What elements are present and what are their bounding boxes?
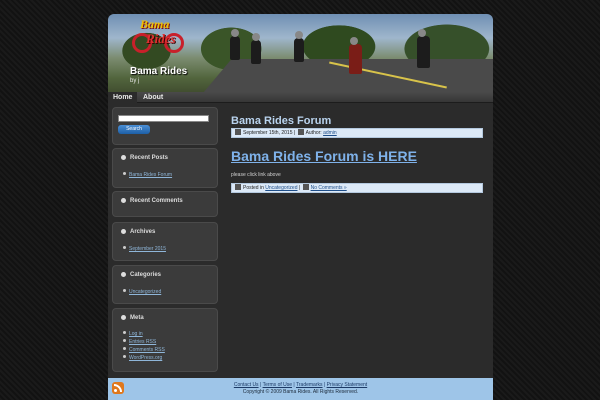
widget-categories: Categories Uncategorized xyxy=(112,265,218,304)
post-meta-bottom: Posted in Uncategorized | No Comments » xyxy=(231,183,483,193)
header-banner: Bama Rides Bama Rides by j xyxy=(108,14,493,94)
rider-figure xyxy=(417,29,430,68)
comment-icon xyxy=(302,184,309,190)
category-link[interactable]: Uncategorized xyxy=(265,185,297,191)
author-label: Author: xyxy=(305,130,322,136)
widget-recent-comments: Recent Comments xyxy=(112,191,218,217)
site-description: by j xyxy=(130,78,140,84)
search-button[interactable]: Search xyxy=(118,125,150,134)
widget-title: Categories xyxy=(121,272,161,278)
rider-figure xyxy=(349,37,362,74)
widget-title: Recent Posts xyxy=(121,155,168,161)
meta-entries-rss-link[interactable]: Entries RSS xyxy=(123,338,165,346)
post-date: September 15th, 2015 xyxy=(243,130,293,136)
recent-post-link[interactable]: Bama Rides Forum xyxy=(123,171,172,179)
post-body: please click link above xyxy=(231,172,281,178)
footer: Contact Us | Terms of Use | Trademarks |… xyxy=(108,378,493,400)
footer-link-trademarks[interactable]: Trademarks xyxy=(296,382,323,388)
rider-figure xyxy=(294,31,304,62)
footer-link-privacy[interactable]: Privacy Statement xyxy=(327,382,368,388)
page-wrapper: Bama Rides Bama Rides by j Home About Se… xyxy=(108,14,493,400)
author-link[interactable]: admin xyxy=(323,130,337,136)
footer-links: Contact Us | Terms of Use | Trademarks |… xyxy=(233,382,368,388)
calendar-icon xyxy=(235,129,241,135)
meta-login-link[interactable]: Log in xyxy=(123,330,165,338)
widget-title: Meta xyxy=(121,315,144,321)
nav-home[interactable]: Home xyxy=(108,92,138,103)
posted-in-label: Posted in xyxy=(243,185,264,191)
footer-link-terms[interactable]: Terms of Use xyxy=(263,382,292,388)
rider-figure xyxy=(251,33,261,64)
nav-about[interactable]: About xyxy=(138,92,168,103)
author-icon xyxy=(297,129,304,135)
copyright-text: Copyright © 2009 Bama Rides. All Rights … xyxy=(242,389,359,395)
logo-text-top: Bama xyxy=(140,17,170,31)
meta-comments-rss-link[interactable]: Comments RSS xyxy=(123,346,165,354)
site-logo[interactable]: Bama Rides xyxy=(130,17,188,55)
archive-link[interactable]: September 2015 xyxy=(123,245,166,253)
archives-list: September 2015 xyxy=(123,245,166,253)
folder-icon xyxy=(235,184,241,190)
category-link[interactable]: Uncategorized xyxy=(123,288,161,296)
comments-link[interactable]: No Comments » xyxy=(311,185,347,191)
footer-link-contact[interactable]: Contact Us xyxy=(234,382,259,388)
recent-posts-list: Bama Rides Forum xyxy=(123,171,172,179)
post-title[interactable]: Bama Rides Forum is HERE xyxy=(231,148,417,164)
meta-list: Log in Entries RSS Comments RSS WordPres… xyxy=(123,330,165,362)
widget-meta: Meta Log in Entries RSS Comments RSS Wor… xyxy=(112,308,218,372)
meta-wordpress-link[interactable]: WordPress.org xyxy=(123,354,165,362)
widget-title: Recent Comments xyxy=(121,198,183,204)
main-nav: Home About xyxy=(108,92,493,103)
widget-recent-posts: Recent Posts Bama Rides Forum xyxy=(112,148,218,188)
widget-archives: Archives September 2015 xyxy=(112,222,218,261)
rider-figure xyxy=(230,29,240,60)
search-input[interactable] xyxy=(118,115,209,122)
widget-title: Archives xyxy=(121,229,155,235)
categories-list: Uncategorized xyxy=(123,288,161,296)
logo-text-bottom: Rides xyxy=(146,31,176,46)
page-title[interactable]: Bama Rides Forum xyxy=(231,115,331,127)
site-title[interactable]: Bama Rides xyxy=(130,66,187,77)
post-meta-top: September 15th, 2015 | Author: admin xyxy=(231,128,483,138)
